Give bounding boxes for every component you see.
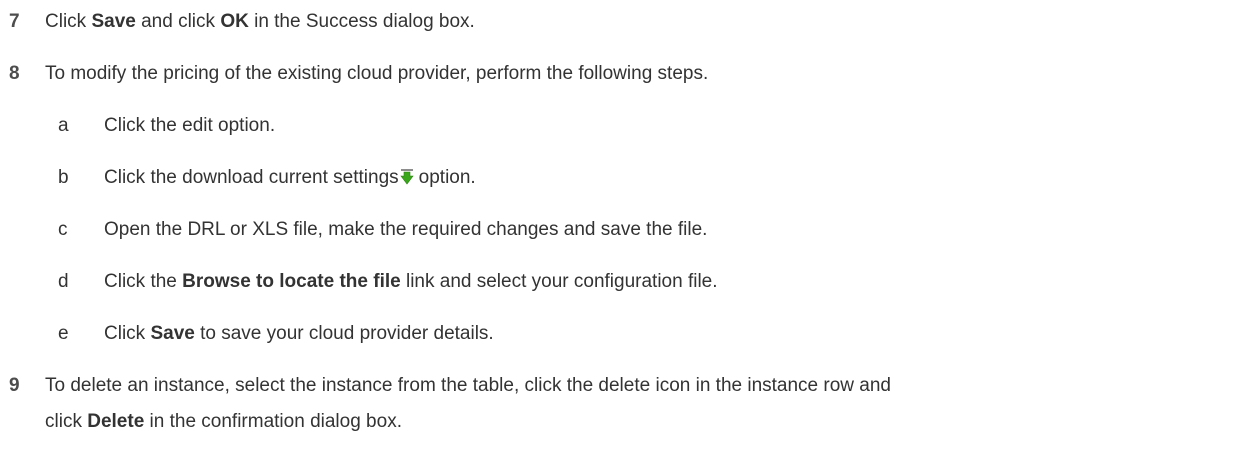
download-arrow-icon — [400, 169, 414, 185]
step-text-line-1: To delete an instance, select the instan… — [45, 375, 892, 396]
ui-term-save: Save — [91, 11, 136, 32]
ui-term-ok: OK — [220, 11, 249, 32]
substep-letter: c — [58, 219, 68, 240]
step-number: 9 — [9, 375, 20, 396]
substep-text: Click Save to save your cloud provider d… — [104, 323, 494, 344]
ui-term-browse-link: Browse to locate the file — [182, 271, 401, 292]
substep-letter: e — [58, 323, 69, 344]
step-text: Click Save and click OK in the Success d… — [45, 11, 475, 32]
substep-text: Open the DRL or XLS file, make the requi… — [104, 219, 708, 240]
step-number: 7 — [9, 11, 20, 32]
step-number: 8 — [9, 63, 20, 84]
substep-text: Click the edit option. — [104, 115, 276, 136]
ui-term-delete: Delete — [87, 411, 145, 432]
substep-letter: a — [58, 115, 69, 136]
substep-text: Click the Browse to locate the file link… — [104, 271, 718, 292]
substep-text: Click the download current settings optio… — [104, 167, 476, 188]
step-text-line-2: click Delete in the confirmation dialog … — [45, 411, 402, 432]
step-text: To modify the pricing of the existing cl… — [45, 63, 709, 84]
substep-letter: d — [58, 271, 69, 292]
ui-term-save: Save — [150, 323, 195, 344]
substep-letter: b — [58, 167, 69, 188]
